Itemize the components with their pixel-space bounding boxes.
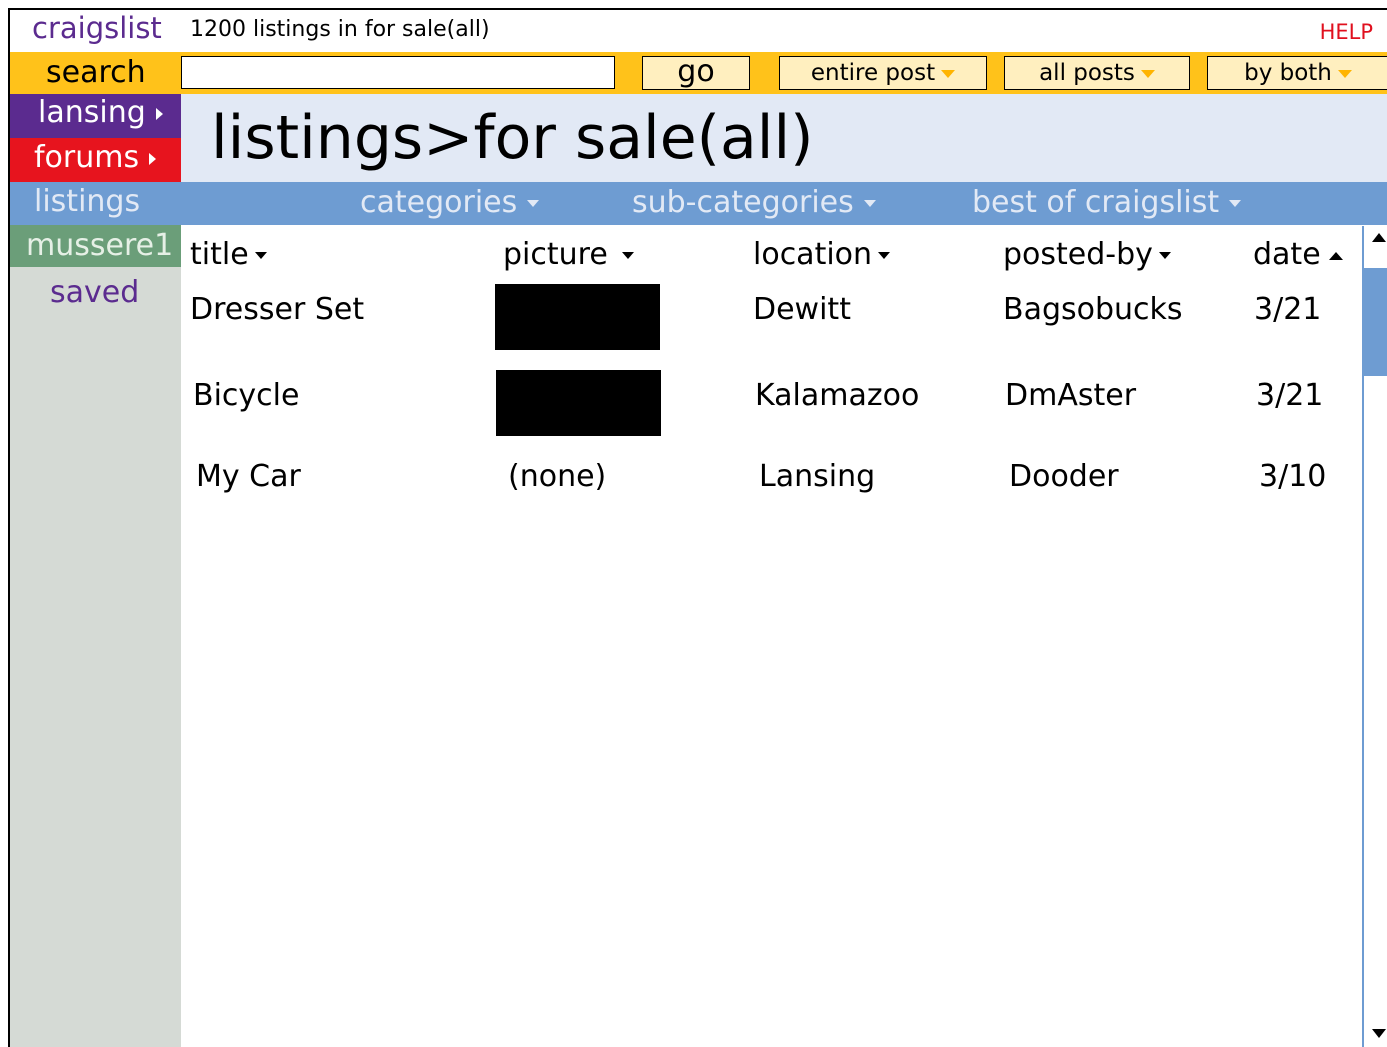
search-bar: search go entire post all posts by both bbox=[10, 52, 1387, 94]
listing-poster[interactable]: DmAster bbox=[1005, 377, 1136, 415]
column-header-title[interactable]: title bbox=[190, 236, 267, 274]
sidebar-item-listings-label: listings bbox=[34, 184, 141, 219]
listing-location: Kalamazoo bbox=[755, 378, 920, 413]
page-header: listings>for sale(all) bbox=[181, 94, 1387, 182]
post-filter-dropdown[interactable]: all posts bbox=[1004, 56, 1190, 90]
column-header-date[interactable]: date bbox=[1253, 236, 1343, 274]
listing-poster[interactable]: Dooder bbox=[1009, 458, 1119, 496]
listing-count: 1200 listings in for sale(all) bbox=[190, 17, 490, 42]
column-header-label: location bbox=[753, 237, 873, 272]
caret-down-icon bbox=[941, 69, 956, 78]
listing-date: 3/21 bbox=[1254, 292, 1322, 327]
best-of-menu[interactable]: best of craigslist bbox=[972, 184, 1242, 222]
search-mode-label: by both bbox=[1244, 60, 1332, 86]
listing-picture-none: (none) bbox=[508, 459, 607, 494]
caret-down-icon bbox=[254, 252, 267, 259]
search-input[interactable] bbox=[181, 56, 615, 89]
column-header-picture[interactable]: picture bbox=[503, 236, 634, 274]
help-link[interactable]: HELP bbox=[1320, 18, 1373, 46]
post-filter-label: all posts bbox=[1039, 60, 1135, 86]
subcategories-menu-label: sub-categories bbox=[632, 185, 854, 220]
scroll-up-icon[interactable] bbox=[1372, 233, 1386, 242]
sidebar-item-forums[interactable]: forums bbox=[10, 138, 181, 182]
listing-date: 3/21 bbox=[1256, 378, 1324, 413]
search-label: search bbox=[46, 55, 146, 90]
listing-thumbnail[interactable] bbox=[496, 370, 661, 436]
column-header-label: picture bbox=[503, 237, 608, 272]
menu-bar: categories sub-categories best of craigs… bbox=[181, 182, 1387, 225]
column-header-label: posted-by bbox=[1003, 237, 1153, 272]
listing-title[interactable]: My Car bbox=[196, 458, 301, 496]
caret-down-icon bbox=[1337, 69, 1352, 78]
sidebar-item-city[interactable]: lansing bbox=[10, 94, 181, 138]
sidebar-item-listings[interactable]: listings bbox=[10, 182, 181, 225]
username-label: mussere1 bbox=[26, 228, 174, 263]
listing-title[interactable]: Dresser Set bbox=[190, 291, 364, 329]
best-of-menu-label: best of craigslist bbox=[972, 185, 1220, 220]
caret-down-icon bbox=[878, 252, 891, 259]
sidebar-item-forums-label: forums bbox=[34, 140, 140, 175]
listing-title[interactable]: Bicycle bbox=[193, 377, 299, 415]
scroll-down-icon[interactable] bbox=[1372, 1029, 1386, 1038]
caret-down-icon bbox=[1229, 200, 1242, 207]
brand-logo[interactable]: craigslist bbox=[32, 10, 162, 46]
page-title: listings>for sale(all) bbox=[211, 103, 814, 173]
triangle-right-icon bbox=[155, 107, 163, 120]
sidebar-panel: saved bbox=[10, 267, 181, 1047]
caret-down-icon bbox=[621, 252, 634, 259]
search-mode-dropdown[interactable]: by both bbox=[1207, 56, 1387, 90]
sidebar-item-saved[interactable]: saved bbox=[50, 274, 139, 312]
caret-down-icon bbox=[1158, 252, 1171, 259]
listing-thumbnail[interactable] bbox=[495, 284, 660, 350]
triangle-right-icon bbox=[149, 152, 157, 165]
column-header-label: date bbox=[1253, 237, 1321, 272]
listing-poster[interactable]: Bagsobucks bbox=[1003, 291, 1183, 329]
column-header-posted-by[interactable]: posted-by bbox=[1003, 236, 1171, 274]
column-header-location[interactable]: location bbox=[753, 236, 891, 274]
categories-menu-label: categories bbox=[360, 185, 518, 220]
search-scope-dropdown[interactable]: entire post bbox=[779, 56, 987, 90]
listing-location: Lansing bbox=[759, 459, 876, 494]
caret-down-icon bbox=[527, 200, 540, 207]
search-scope-label: entire post bbox=[810, 60, 936, 86]
categories-menu[interactable]: categories bbox=[360, 184, 540, 222]
sidebar-item-city-label: lansing bbox=[38, 95, 146, 130]
top-bar: craigslist 1200 listings in for sale(all… bbox=[10, 10, 1387, 52]
listing-location: Dewitt bbox=[753, 292, 851, 327]
caret-down-icon bbox=[863, 200, 876, 207]
sidebar-item-user[interactable]: mussere1 bbox=[10, 225, 181, 267]
scrollbar-thumb[interactable] bbox=[1364, 268, 1387, 376]
go-button[interactable]: go bbox=[642, 56, 750, 90]
caret-down-icon bbox=[1140, 69, 1155, 78]
column-header-label: title bbox=[190, 237, 249, 272]
listing-date: 3/10 bbox=[1259, 459, 1327, 494]
subcategories-menu[interactable]: sub-categories bbox=[632, 184, 876, 222]
caret-up-icon bbox=[1328, 251, 1343, 260]
